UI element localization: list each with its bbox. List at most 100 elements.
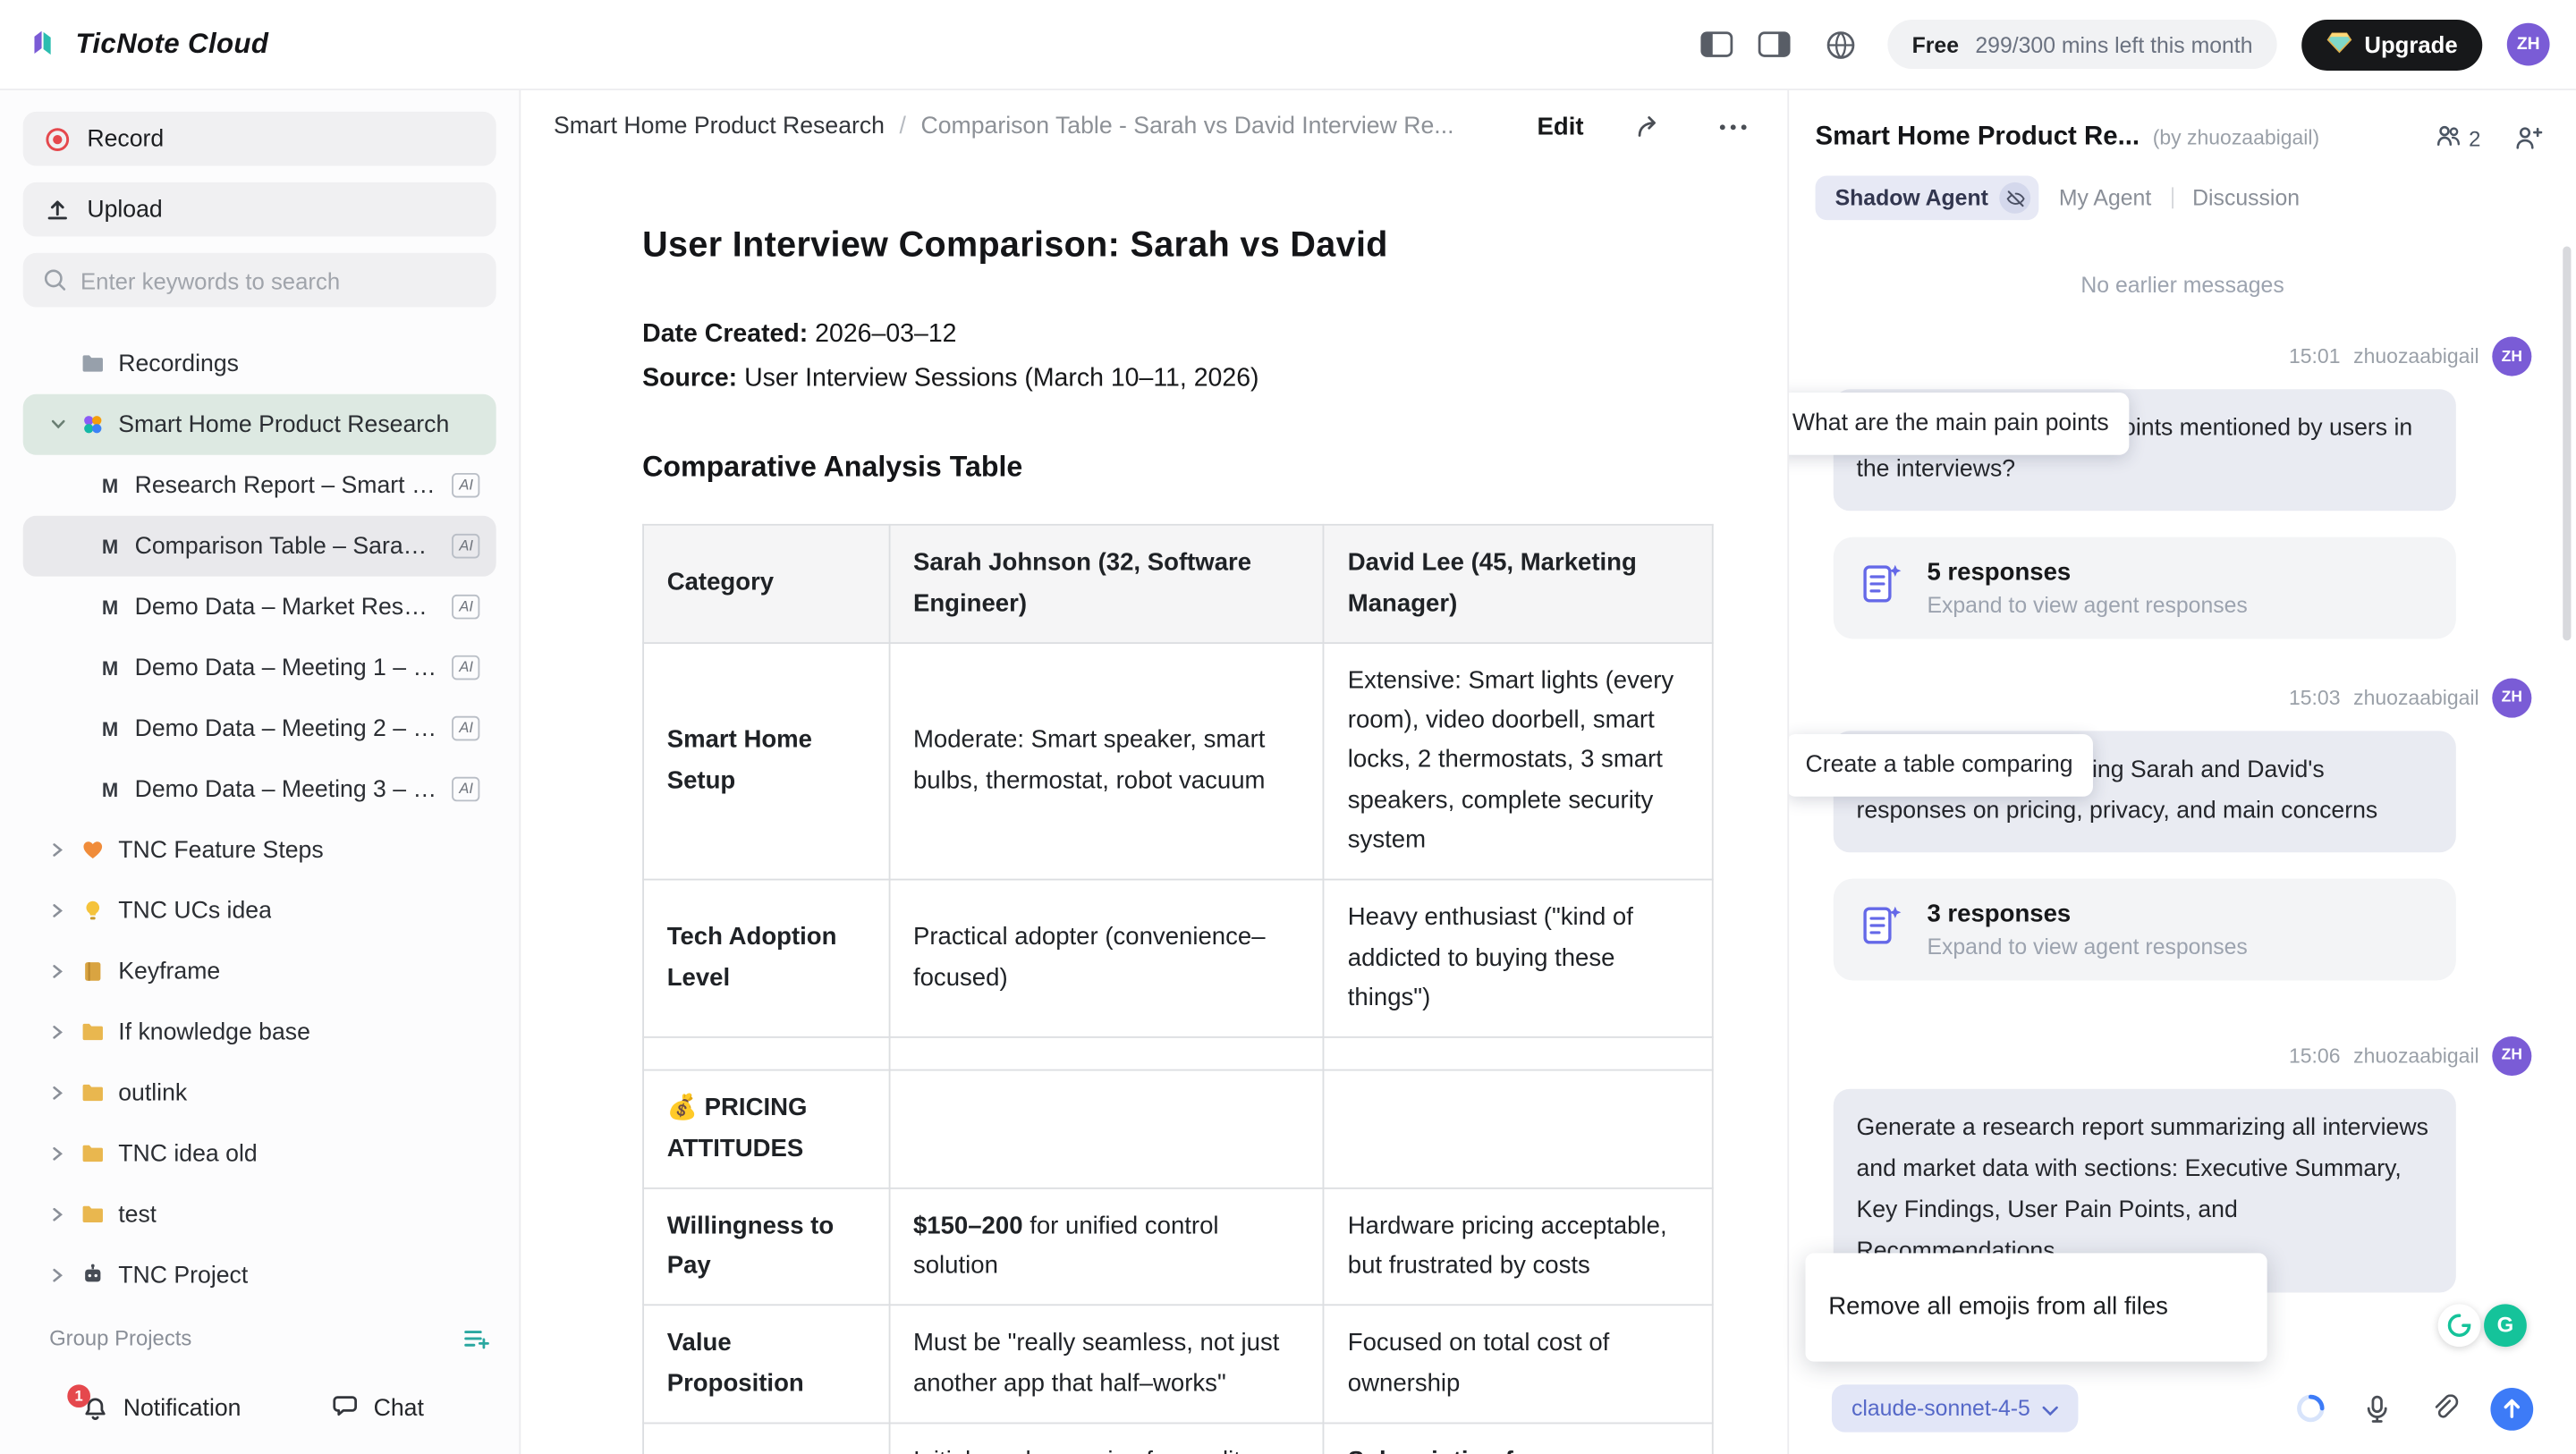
- source-line: Source: User Interview Sessions (March 1…: [642, 357, 1714, 402]
- upload-button[interactable]: Upload: [23, 182, 496, 237]
- sidebar-item-demo-meeting-2[interactable]: M Demo Data – Meeting 2 – U... AI: [23, 698, 496, 759]
- chevron-down-icon: [49, 418, 65, 433]
- invite-person-icon[interactable]: [2507, 116, 2550, 159]
- upgrade-button[interactable]: Upgrade: [2302, 19, 2483, 70]
- folder-icon: [79, 1080, 105, 1106]
- message-time: 15:03: [2289, 687, 2340, 710]
- record-button[interactable]: Record: [23, 112, 496, 166]
- response-count: 3 responses: [1927, 900, 2247, 927]
- response-count: 5 responses: [1927, 558, 2247, 586]
- microphone-icon[interactable]: [2356, 1387, 2399, 1430]
- scrollbar-thumb[interactable]: [2563, 247, 2571, 641]
- sidebar-item-tnc-idea-old[interactable]: TNC idea old: [23, 1123, 496, 1184]
- sidebar-item-comparison-table[interactable]: M Comparison Table – Sarah v... AI: [23, 516, 496, 577]
- chevron-right-icon: [49, 1086, 65, 1101]
- send-button[interactable]: [2490, 1387, 2533, 1430]
- tab-my-agent[interactable]: My Agent: [2059, 186, 2151, 211]
- message-meta: 15:01 zhuozaabigail ZH: [1834, 337, 2532, 376]
- folder-icon: [79, 1019, 105, 1045]
- message-time: 15:06: [2289, 1044, 2340, 1068]
- column-header: Category: [643, 525, 889, 642]
- floating-note[interactable]: Remove all emojis from all files: [1806, 1252, 2267, 1360]
- sidebar-item-tnc-feature-steps[interactable]: TNC Feature Steps: [23, 820, 496, 881]
- group-projects-manage-icon[interactable]: [463, 1326, 489, 1349]
- more-menu-icon[interactable]: [1712, 106, 1755, 148]
- sidebar-item-demo-meeting-1[interactable]: M Demo Data – Meeting 1 – U... AI: [23, 638, 496, 698]
- members-button[interactable]: 2: [2435, 123, 2481, 153]
- loading-spinner-icon: [2289, 1387, 2332, 1430]
- minutes-left-label: 299/300 mins left this month: [1975, 32, 2252, 57]
- tab-divider: [2171, 187, 2173, 208]
- agent-panel-header: Smart Home Product Re... (by zhuozaabiga…: [1789, 90, 2576, 176]
- agent-responses-icon: [1860, 903, 1904, 956]
- sidebar-item-test[interactable]: test: [23, 1184, 496, 1245]
- table-row: 💰 PRICING ATTITUDES: [643, 1070, 1713, 1188]
- response-expand-label: Expand to view agent responses: [1927, 593, 2247, 618]
- tab-discussion[interactable]: Discussion: [2192, 186, 2300, 211]
- bell-icon: 1: [82, 1395, 108, 1421]
- heart-icon: [79, 837, 105, 863]
- agent-responses-icon: [1860, 562, 1904, 614]
- table-row: Willingness to Pay $150–200 for unified …: [643, 1188, 1713, 1306]
- table-row: [643, 1037, 1713, 1070]
- chat-button[interactable]: Chat: [333, 1392, 424, 1425]
- sidebar-item-smart-home-product-research[interactable]: Smart Home Product Research: [23, 394, 496, 455]
- folder-icon: [79, 351, 105, 376]
- chevron-right-icon: [49, 1025, 65, 1040]
- chat-bubble-icon: [333, 1392, 359, 1425]
- tab-shadow-agent[interactable]: Shadow Agent: [1816, 176, 2039, 221]
- toggle-left-panel-icon[interactable]: [1695, 23, 1738, 66]
- sidebar-item-recordings[interactable]: Recordings: [23, 334, 496, 394]
- document-content[interactable]: User Interview Comparison: Sarah vs Davi…: [521, 163, 1787, 1454]
- no-earlier-messages-label: No earlier messages: [1789, 273, 2576, 298]
- date-created-line: Date Created: 2026–03–12: [642, 312, 1714, 357]
- sidebar-footer: 1 Notification Chat: [0, 1373, 519, 1454]
- share-icon[interactable]: [1626, 106, 1669, 148]
- people-icon: [2435, 123, 2462, 153]
- column-header: David Lee (45, Marketing Manager): [1324, 525, 1713, 642]
- chevron-right-icon: [49, 903, 65, 918]
- sidebar-item-demo-meeting-3[interactable]: M Demo Data – Meeting 3 – In... AI: [23, 759, 496, 820]
- message-user: zhuozaabigail: [2353, 345, 2479, 368]
- plan-usage-pill[interactable]: Free 299/300 mins left this month: [1887, 20, 2277, 69]
- ai-badge: AI: [453, 655, 479, 681]
- notification-button[interactable]: 1 Notification: [82, 1395, 242, 1421]
- app-logo[interactable]: TicNote Cloud: [26, 22, 268, 67]
- upload-label: Upload: [87, 196, 162, 222]
- chat-label: Chat: [374, 1395, 424, 1421]
- folder-icon: [79, 1141, 105, 1167]
- model-selector[interactable]: claude-sonnet-4-5: [1832, 1384, 2078, 1432]
- edit-button[interactable]: Edit: [1538, 113, 1584, 140]
- agent-panel-title: Smart Home Product Re...: [1816, 123, 2140, 153]
- eye-off-icon[interactable]: [2000, 182, 2031, 214]
- sidebar-item-if-knowledge-base[interactable]: If knowledge base: [23, 1002, 496, 1062]
- sidebar-item-outlink[interactable]: outlink: [23, 1062, 496, 1123]
- response-card[interactable]: 3 responses Expand to view agent respons…: [1834, 878, 2456, 980]
- sidebar-item-demo-market-research[interactable]: M Demo Data – Market Resea... AI: [23, 577, 496, 638]
- model-name: claude-sonnet-4-5: [1852, 1396, 2030, 1421]
- assistant-widget-icon[interactable]: G: [2484, 1303, 2527, 1346]
- sidebar-item-research-report[interactable]: M Research Report – Smart H... AI: [23, 455, 496, 516]
- attachment-icon[interactable]: [2423, 1387, 2466, 1430]
- breadcrumb-separator: /: [900, 114, 906, 139]
- notebook-icon: [79, 959, 105, 985]
- search-input[interactable]: [80, 266, 478, 292]
- app-scaler: TicNote Cloud Free 299/300 mins left thi…: [0, 0, 2576, 1454]
- folder-icon: [79, 1202, 105, 1228]
- table-row: Smart Home Setup Moderate: Smart speaker…: [643, 643, 1713, 880]
- upgrade-label: Upgrade: [2364, 31, 2457, 57]
- logo-mark-icon: [26, 22, 62, 67]
- sidebar-item-tnc-project[interactable]: TNC Project: [23, 1245, 496, 1306]
- chevron-right-icon: [49, 1268, 65, 1283]
- assistant-widget-icon[interactable]: [2438, 1303, 2481, 1346]
- language-globe-icon[interactable]: [1820, 23, 1863, 66]
- user-avatar[interactable]: ZH: [2507, 23, 2550, 66]
- breadcrumb-root[interactable]: Smart Home Product Research: [554, 114, 885, 139]
- sidebar-item-tnc-ucs-idea[interactable]: TNC UCs idea: [23, 880, 496, 941]
- response-card[interactable]: 5 responses Expand to view agent respons…: [1834, 537, 2456, 638]
- breadcrumb-current: Comparison Table - Sarah vs David Interv…: [920, 114, 1453, 139]
- table-row: Value Proposition Must be "really seamle…: [643, 1306, 1713, 1423]
- gem-icon: [2326, 30, 2352, 58]
- sidebar-item-keyframe[interactable]: Keyframe: [23, 941, 496, 1002]
- toggle-right-panel-icon[interactable]: [1752, 23, 1795, 66]
